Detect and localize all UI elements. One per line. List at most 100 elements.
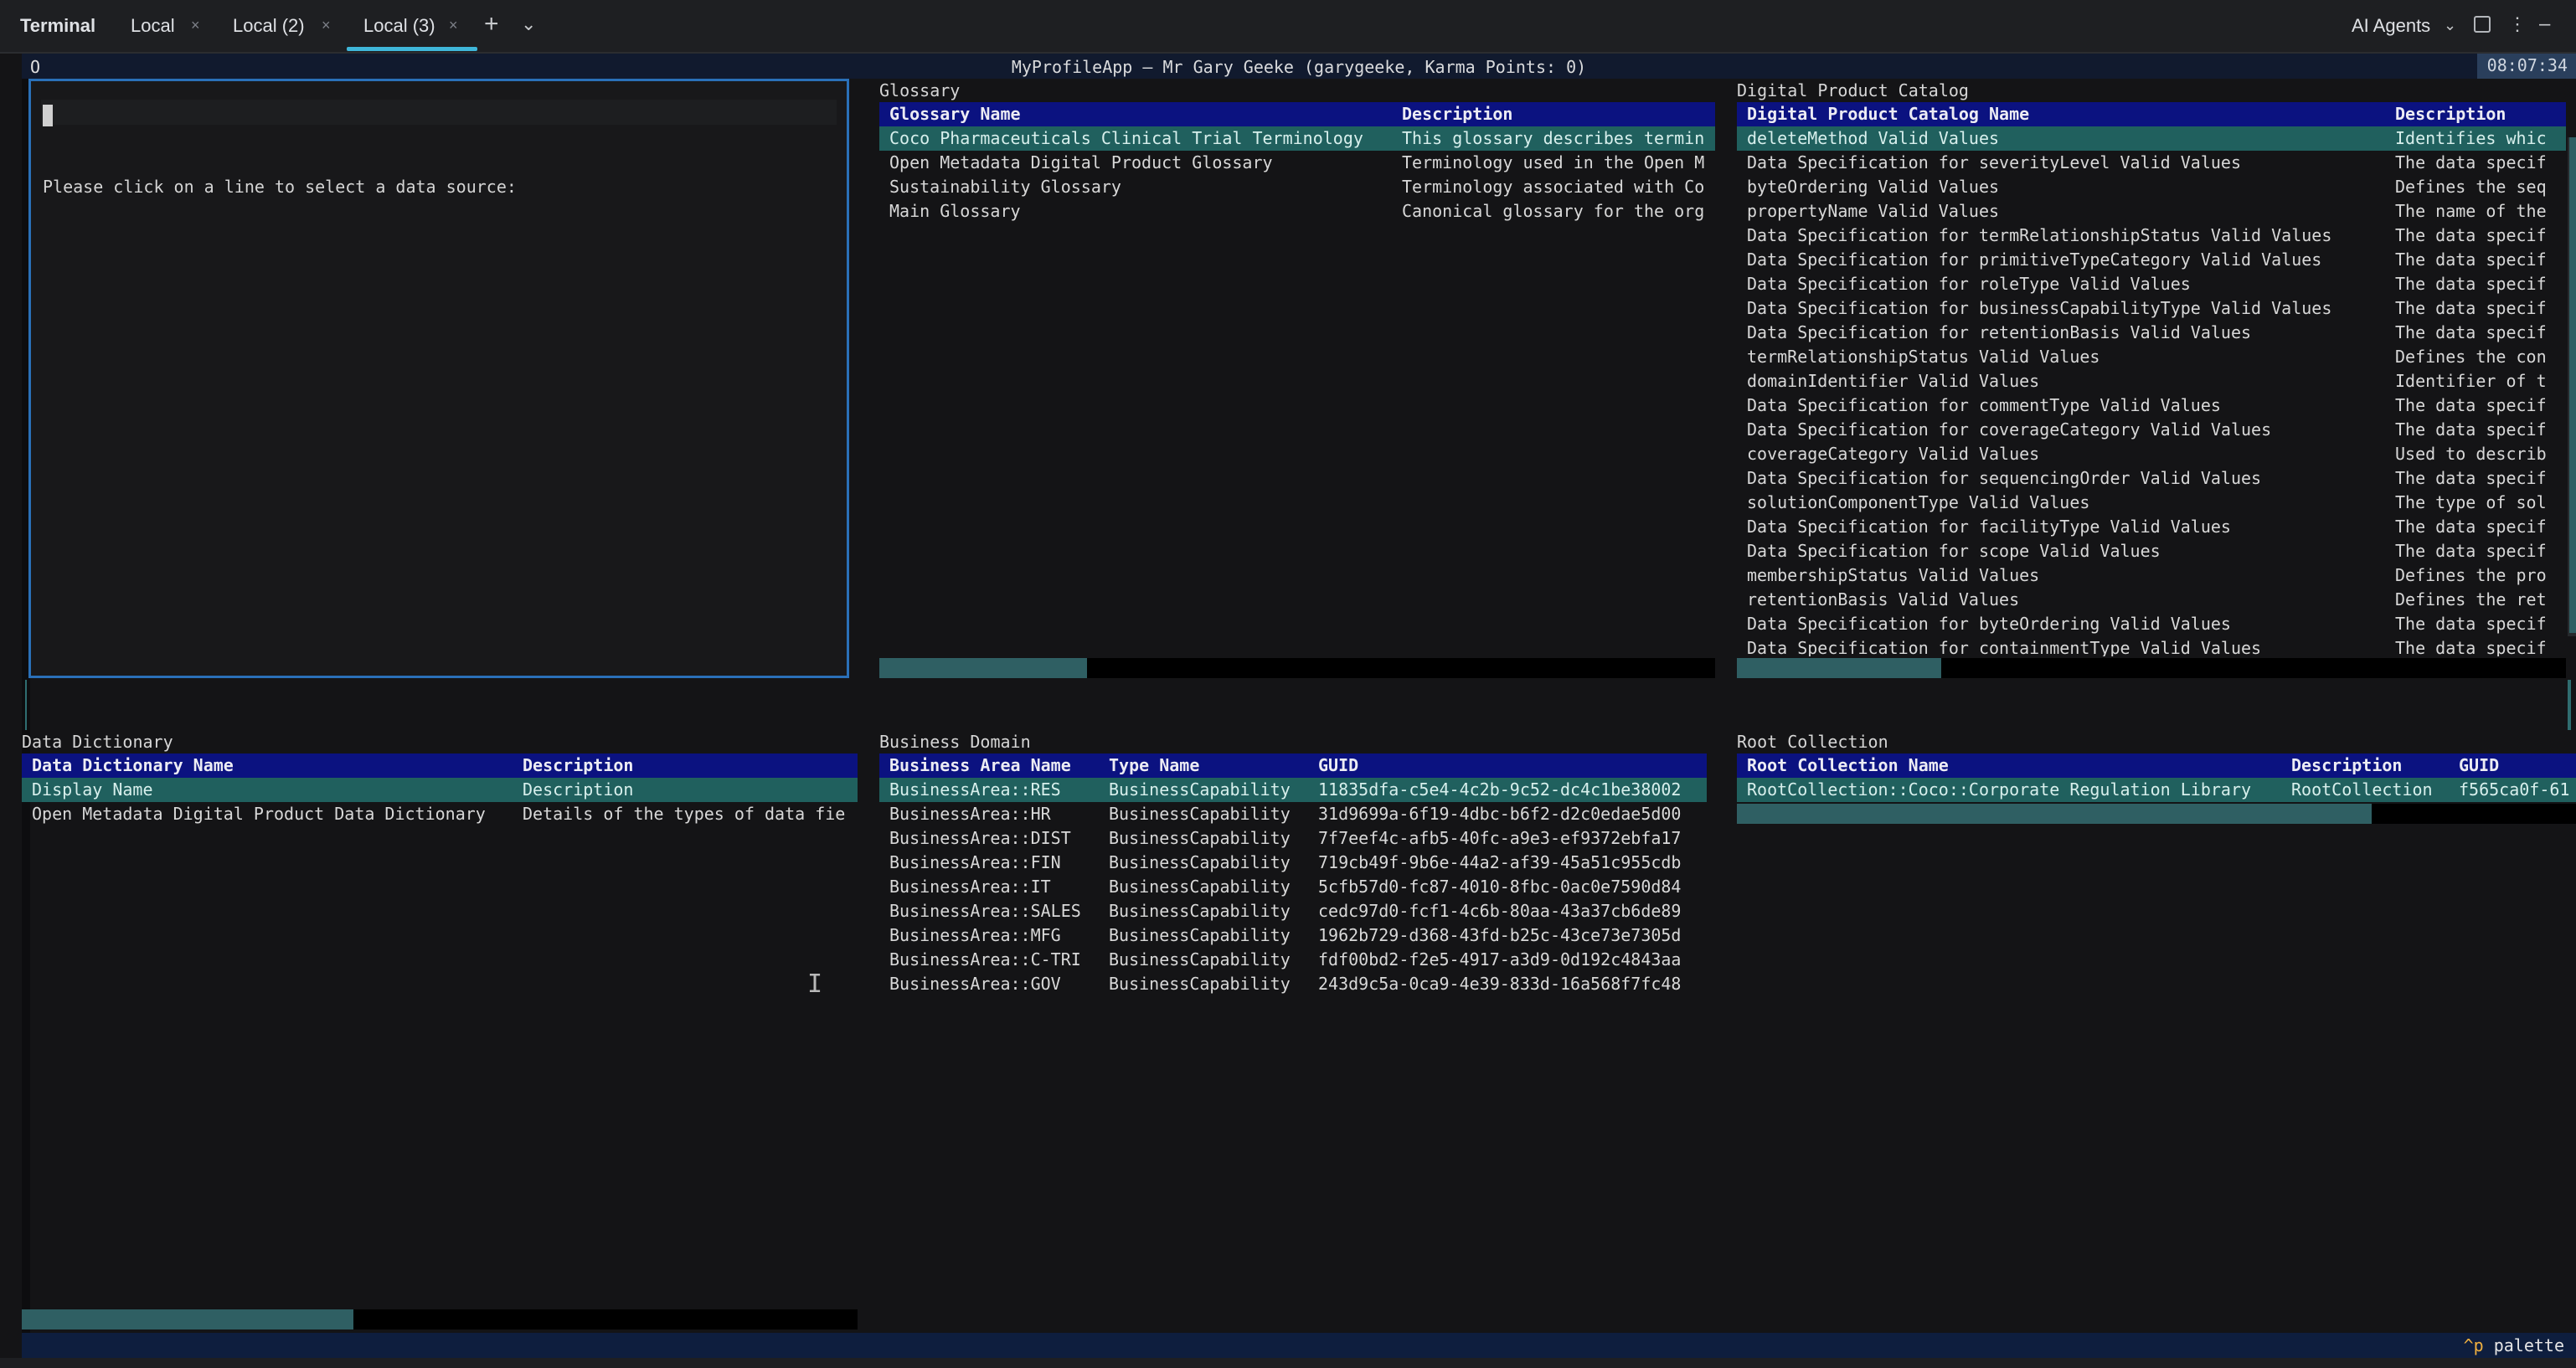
table-row[interactable]: BusinessArea::SALES BusinessCapability ced… <box>879 899 1707 923</box>
table-cell: Terminology associated with Co <box>1402 177 1705 197</box>
new-tab-icon[interactable]: + <box>484 10 499 39</box>
table-row[interactable]: Data Specification for primitiveTypeCate… <box>1737 248 2566 272</box>
table-cell: Data Specification for termRelationshipS… <box>1747 225 2332 245</box>
table-row[interactable]: Data Specification for coverageCategory … <box>1737 418 2566 442</box>
more-options-icon[interactable]: ⋮ <box>2508 13 2527 35</box>
new-terminal-window-icon[interactable] <box>2474 16 2491 33</box>
dictionary-table: Data Dictionary Name Description Display… <box>22 753 858 1306</box>
table-row[interactable]: retentionBasis Valid Values Defines the r… <box>1737 588 2566 612</box>
close-icon[interactable]: × <box>449 17 458 34</box>
table-row[interactable]: Data Specification for businessCapabilit… <box>1737 296 2566 321</box>
column-header[interactable]: Digital Product Catalog Name <box>1747 104 2029 124</box>
table-row[interactable]: Data Specification for byteOrdering Vali… <box>1737 612 2566 636</box>
table-row[interactable]: Open Metadata Digital Product Glossary Te… <box>879 151 1715 175</box>
ai-agents-chevron-icon[interactable]: ⌄ <box>2444 17 2456 34</box>
table-row[interactable]: solutionComponentType Valid Values The ty… <box>1737 491 2566 515</box>
table-cell: Canonical glossary for the org <box>1402 201 1705 221</box>
palette-shortcut[interactable]: ^p palette <box>2464 1335 2564 1355</box>
column-header[interactable]: Business Area Name <box>889 755 1071 775</box>
column-header[interactable]: Type Name <box>1109 755 1199 775</box>
column-header[interactable]: Glossary Name <box>889 104 1021 124</box>
column-header[interactable]: Description <box>2395 104 2506 124</box>
column-header[interactable]: Description <box>2291 755 2402 775</box>
table-row[interactable]: coverageCategory Valid Values Used to des… <box>1737 442 2566 466</box>
column-header[interactable]: Description <box>523 755 633 775</box>
catalog-horizontal-scrollbar[interactable] <box>1737 658 2566 678</box>
table-row[interactable]: Data Specification for sequencingOrder V… <box>1737 466 2566 491</box>
scrollbar-thumb[interactable] <box>2569 137 2576 633</box>
table-row[interactable]: propertyName Valid Values The name of the <box>1737 199 2566 224</box>
column-header[interactable]: GUID <box>2459 755 2499 775</box>
table-cell: Display Name <box>32 779 153 800</box>
table-cell: BusinessCapability <box>1109 828 1291 848</box>
table-cell: The data specif <box>2395 468 2547 488</box>
table-row[interactable]: Data Specification for severityLevel Val… <box>1737 151 2566 175</box>
table-row[interactable]: domainIdentifier Valid Values Identifier … <box>1737 369 2566 393</box>
table-row[interactable]: Open Metadata Digital Product Data Dicti… <box>22 802 858 826</box>
scrollbar-thumb[interactable] <box>879 658 1087 678</box>
tab-local[interactable]: Local <box>131 15 175 37</box>
table-row[interactable]: Sustainability Glossary Terminology assoc… <box>879 175 1715 199</box>
table-row[interactable]: Data Specification for termRelationshipS… <box>1737 224 2566 248</box>
close-icon[interactable]: × <box>191 17 200 34</box>
table-row[interactable]: BusinessArea::RES BusinessCapability 11835… <box>879 778 1707 802</box>
column-header[interactable]: Data Dictionary Name <box>32 755 234 775</box>
table-row[interactable]: Data Specification for containmentType V… <box>1737 636 2566 656</box>
table-row[interactable]: Data Specification for scope Valid Value… <box>1737 539 2566 563</box>
table-cell: Defines the pro <box>2395 565 2547 585</box>
table-row[interactable]: RootCollection::Coco::Corporate Regulati… <box>1737 778 2576 802</box>
table-row[interactable]: Display Name Description <box>22 778 858 802</box>
table-cell: 719cb49f-9b6e-44a2-af39-45a51c955cdb <box>1318 852 1682 872</box>
table-row[interactable]: BusinessArea::IT BusinessCapability 5cfb57… <box>879 875 1707 899</box>
table-row[interactable]: Data Specification for commentType Valid… <box>1737 393 2566 418</box>
column-header[interactable]: GUID <box>1318 755 1358 775</box>
scrollbar-thumb[interactable] <box>22 1309 353 1329</box>
table-cell: The data specif <box>2395 517 2547 537</box>
dictionary-horizontal-scrollbar[interactable] <box>22 1309 858 1329</box>
table-cell: BusinessArea::C-TRI <box>889 949 1081 969</box>
table-row[interactable]: Data Specification for roleType Valid Va… <box>1737 272 2566 296</box>
table-row[interactable]: BusinessArea::HR BusinessCapability 31d969… <box>879 802 1707 826</box>
table-row[interactable]: Main Glossary Canonical glossary for the … <box>879 199 1715 224</box>
table-cell: The data specif <box>2395 541 2547 561</box>
tabs-dropdown-icon[interactable]: ⌄ <box>521 13 536 35</box>
table-cell: RootCollection <box>2291 779 2433 800</box>
glossary-title: Glossary <box>879 80 961 100</box>
table-row[interactable]: byteOrdering Valid Values Defines the seq <box>1737 175 2566 199</box>
root-collection-horizontal-scrollbar[interactable] <box>1737 804 2576 824</box>
hide-panel-icon[interactable]: – <box>2539 13 2550 36</box>
shortcut-action: palette <box>2493 1335 2564 1355</box>
table-row[interactable]: BusinessArea::DIST BusinessCapability 7f7e… <box>879 826 1707 851</box>
table-row[interactable]: Coco Pharmaceuticals Clinical Trial Term… <box>879 126 1715 151</box>
tab-local-2[interactable]: Local (2) <box>233 15 305 37</box>
scrollbar-thumb[interactable] <box>1737 658 1941 678</box>
table-header: Business Area Name Type Name GUID <box>879 753 1707 778</box>
table-row[interactable]: Data Specification for retentionBasis Va… <box>1737 321 2566 345</box>
table-row[interactable]: termRelationshipStatus Valid Values Defin… <box>1737 345 2566 369</box>
table-cell: This glossary describes termin <box>1402 128 1705 148</box>
table-row[interactable]: deleteMethod Valid Values Identifies whic <box>1737 126 2566 151</box>
table-cell: Data Specification for businessCapabilit… <box>1747 298 2332 318</box>
panel-divider <box>2568 680 2571 730</box>
catalog-table: Digital Product Catalog Name Description… <box>1737 102 2566 656</box>
column-header[interactable]: Root Collection Name <box>1747 755 1949 775</box>
table-cell: coverageCategory Valid Values <box>1747 444 2040 464</box>
table-row[interactable]: BusinessArea::C-TRI BusinessCapability fdf… <box>879 948 1707 972</box>
table-row[interactable]: membershipStatus Valid Values Defines the… <box>1737 563 2566 588</box>
command-input[interactable] <box>41 100 837 125</box>
table-row[interactable]: BusinessArea::FIN BusinessCapability 719cb… <box>879 851 1707 875</box>
mouse-text-cursor-icon: I <box>807 969 823 999</box>
close-icon[interactable]: × <box>322 17 331 34</box>
column-header[interactable]: Description <box>1402 104 1512 124</box>
table-cell: Data Specification for byteOrdering Vali… <box>1747 614 2231 634</box>
table-cell: propertyName Valid Values <box>1747 201 2000 221</box>
table-cell: Defines the seq <box>2395 177 2547 197</box>
table-row[interactable]: BusinessArea::GOV BusinessCapability 243d9… <box>879 972 1707 996</box>
glossary-horizontal-scrollbar[interactable] <box>879 658 1715 678</box>
table-row[interactable]: Data Specification for facilityType Vali… <box>1737 515 2566 539</box>
table-cell: 243d9c5a-0ca9-4e39-833d-16a568f7fc48 <box>1318 974 1682 994</box>
tab-local-3[interactable]: Local (3) <box>363 15 435 37</box>
scrollbar-thumb[interactable] <box>1737 804 2372 824</box>
table-row[interactable]: BusinessArea::MFG BusinessCapability 1962b… <box>879 923 1707 948</box>
ai-agents-button[interactable]: AI Agents <box>2352 15 2430 37</box>
